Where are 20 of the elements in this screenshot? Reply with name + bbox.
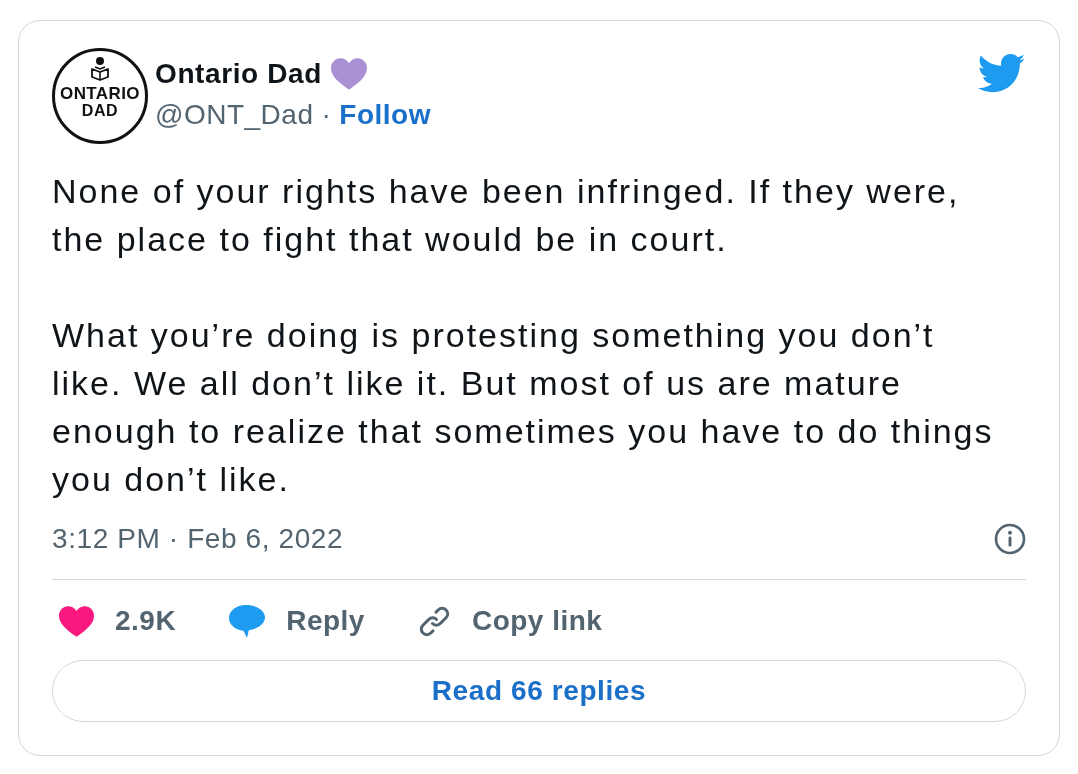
tweet-timestamp: 3:12 PM · Feb 6, 2022	[52, 523, 344, 556]
speech-bubble-icon	[229, 604, 266, 638]
heart-icon	[59, 605, 94, 637]
author-name: Ontario Dad	[155, 58, 322, 90]
follow-link[interactable]: Follow	[339, 99, 431, 131]
tweet-text: None of your rights have been infringed. If they were, the place to fight that would be in court.	[52, 171, 961, 260]
heart-emoji-icon	[330, 58, 367, 90]
link-icon	[417, 604, 451, 638]
info-icon[interactable]	[994, 523, 1026, 556]
bird-logo-icon	[978, 54, 1026, 93]
separator-dot: ·	[321, 99, 332, 131]
avatar-text: DAD	[81, 102, 119, 119]
read-replies-button[interactable]: Read 66 replies	[52, 659, 1026, 722]
reply-button[interactable]: Reply	[229, 604, 365, 638]
author-handle: @ONT_Dad	[155, 99, 314, 131]
reading-person-icon	[89, 57, 111, 81]
avatar-text: ONTARIO	[60, 85, 140, 102]
copy-link-button[interactable]: Copy link	[417, 604, 603, 638]
like-button[interactable]: 2.9K	[59, 605, 177, 638]
tweet-text: What you’re doing is protesting something you don’t like. We all don’t like it. But most of us are mature enough to realize that sometimes you have to do things you don’t like.	[52, 315, 995, 500]
